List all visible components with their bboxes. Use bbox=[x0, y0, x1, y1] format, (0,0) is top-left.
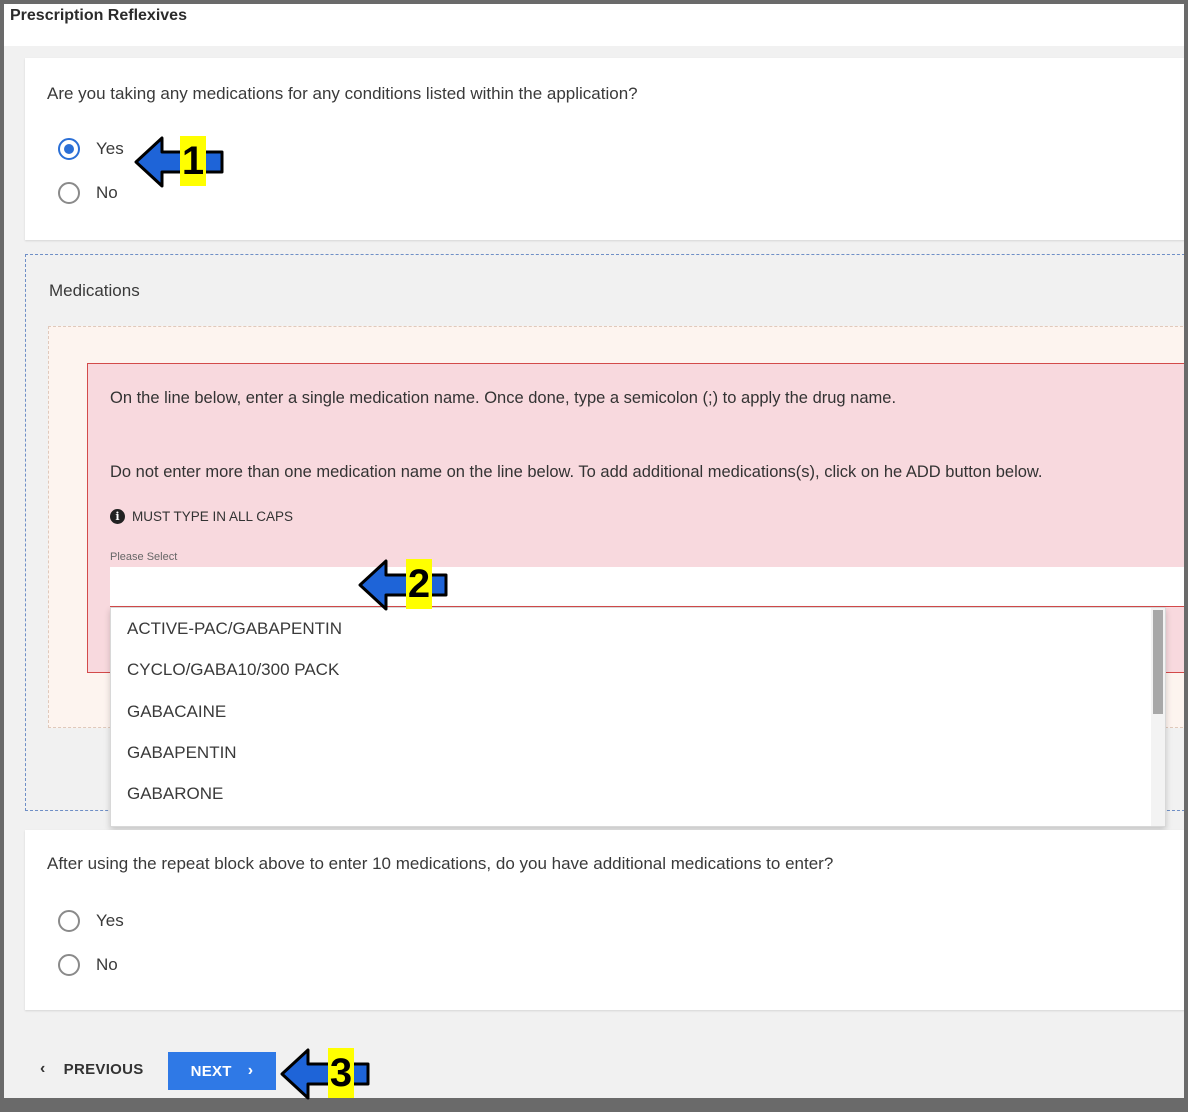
medication-name-input[interactable] bbox=[110, 567, 1184, 607]
radio-button-no[interactable] bbox=[58, 182, 80, 204]
question-text: After using the repeat block above to en… bbox=[47, 854, 834, 873]
chevron-right-icon: › bbox=[247, 1062, 254, 1079]
medication-autocomplete-list: ACTIVE-PAC/GABAPENTIN CYCLO/GABA10/300 P… bbox=[110, 607, 1166, 827]
next-label: NEXT bbox=[190, 1062, 232, 1080]
medications-title: Medications bbox=[49, 281, 140, 300]
callout-3: 3 bbox=[280, 1046, 374, 1102]
callout-2: 2 bbox=[358, 557, 452, 613]
question-card-additional-medications: After using the repeat block above to en… bbox=[25, 830, 1184, 1010]
dropdown-option[interactable]: GABAPENTIN bbox=[127, 735, 1137, 771]
radio-label-yes: Yes bbox=[96, 139, 124, 158]
arrow-left-icon bbox=[280, 1048, 370, 1100]
question-text: Are you taking any medications for any c… bbox=[47, 84, 638, 103]
radio-option-no[interactable]: No bbox=[58, 182, 118, 204]
dropdown-scrollbar[interactable] bbox=[1151, 608, 1165, 826]
radio-option-yes[interactable]: Yes bbox=[58, 138, 124, 160]
radio-label-yes: Yes bbox=[96, 911, 124, 930]
page-title: Prescription Reflexives bbox=[4, 4, 1184, 46]
field-label: Please Select bbox=[110, 551, 178, 563]
caps-note: i MUST TYPE IN ALL CAPS bbox=[110, 509, 293, 524]
callout-1: 1 bbox=[134, 134, 228, 190]
dropdown-option[interactable]: GABARONE bbox=[127, 776, 1137, 812]
callout-number: 3 bbox=[328, 1048, 354, 1098]
radio-label-no: No bbox=[96, 183, 118, 202]
radio-label-no: No bbox=[96, 955, 118, 974]
radio-option-yes[interactable]: Yes bbox=[58, 910, 124, 932]
dropdown-option[interactable]: CYCLO/GABA10/300 PACK bbox=[127, 652, 1137, 688]
dropdown-scrollbar-thumb[interactable] bbox=[1153, 610, 1163, 714]
radio-option-no[interactable]: No bbox=[58, 954, 118, 976]
callout-number: 2 bbox=[406, 559, 432, 609]
radio-button-yes[interactable] bbox=[58, 138, 80, 160]
previous-button[interactable]: ‹ PREVIOUS bbox=[40, 1060, 144, 1078]
next-button[interactable]: NEXT › bbox=[168, 1052, 276, 1090]
caps-note-text: MUST TYPE IN ALL CAPS bbox=[132, 509, 294, 524]
chevron-left-icon: ‹ bbox=[40, 1060, 46, 1077]
previous-label: PREVIOUS bbox=[63, 1060, 144, 1078]
instruction-add-more: Do not enter more than one medication na… bbox=[110, 463, 1043, 481]
dropdown-option[interactable]: ACTIVE-PAC/GABAPENTIN bbox=[127, 611, 1137, 647]
info-icon: i bbox=[110, 509, 125, 524]
dropdown-option[interactable]: GABACAINE bbox=[127, 694, 1137, 730]
radio-button-yes[interactable] bbox=[58, 910, 80, 932]
instruction-single-medication: On the line below, enter a single medica… bbox=[110, 389, 897, 407]
radio-button-no[interactable] bbox=[58, 954, 80, 976]
arrow-left-icon bbox=[358, 559, 448, 611]
callout-number: 1 bbox=[180, 136, 206, 186]
